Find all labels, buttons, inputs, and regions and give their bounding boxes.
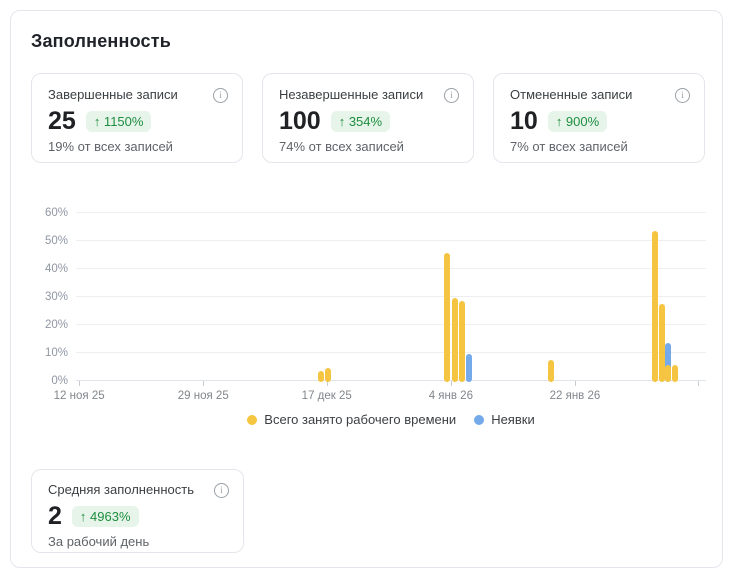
legend-label: Всего занято рабочего времени (264, 412, 456, 427)
gridline (76, 212, 706, 213)
legend-label: Неявки (491, 412, 535, 427)
stat-card-label: Отмененные записи (510, 87, 632, 102)
delta-badge: ↑ 1150% (86, 111, 152, 132)
x-axis-label: 22 янв 26 (550, 390, 601, 402)
y-axis-label: 40% (28, 262, 68, 276)
stat-card-label: Средняя заполненность (48, 482, 194, 497)
stat-card-value: 25 (48, 108, 76, 135)
occupancy-chart: 0%10%20%30%40%50%60%12 ноя 2529 ноя 2517… (31, 213, 706, 443)
bar-occupied[interactable] (452, 298, 458, 382)
y-axis-label: 10% (28, 346, 68, 360)
y-axis-label: 20% (28, 318, 68, 332)
bar-occupied[interactable] (659, 304, 665, 382)
chart-plot: 0%10%20%30%40%50%60%12 ноя 2529 ноя 2517… (76, 213, 706, 381)
gridline (76, 380, 706, 381)
stat-card-incomplete: Незавершенные записи i 100 ↑ 354% 74% от… (262, 73, 474, 163)
legend-item-occupied[interactable]: Всего занято рабочего времени (247, 412, 456, 427)
axis-tick (575, 381, 576, 386)
gridline (76, 240, 706, 241)
chart-legend: Всего занято рабочего времени Неявки (76, 412, 706, 427)
y-axis-label: 0% (28, 374, 68, 388)
bar-occupied[interactable] (325, 368, 331, 382)
bar-occupied[interactable] (318, 371, 324, 382)
gridline (76, 296, 706, 297)
info-icon[interactable]: i (675, 88, 690, 103)
stat-card-subtitle: 7% от всех записей (510, 139, 690, 154)
axis-tick (698, 381, 699, 386)
x-axis-label: 4 янв 26 (429, 390, 473, 402)
stat-card-subtitle: 74% от всех записей (279, 139, 459, 154)
gridline (76, 352, 706, 353)
stat-card-cancelled: Отмененные записи i 10 ↑ 900% 7% от всех… (493, 73, 705, 163)
delta-badge: ↑ 900% (548, 111, 607, 132)
page-title: Заполненность (31, 31, 171, 52)
summary-card-average-occupancy: Средняя заполненность i 2 ↑ 4963% За раб… (31, 469, 244, 553)
gridline (76, 268, 706, 269)
delta-badge: ↑ 4963% (72, 506, 139, 527)
occupancy-panel: Заполненность Завершенные записи i 25 ↑ … (10, 10, 723, 568)
legend-dot (474, 415, 484, 425)
stat-card-subtitle: За рабочий день (48, 534, 229, 549)
stat-card-label: Завершенные записи (48, 87, 178, 102)
bar-occupied[interactable] (444, 253, 450, 382)
gridline (76, 324, 706, 325)
bar-occupied[interactable] (652, 231, 658, 382)
x-axis-label: 17 дек 25 (302, 390, 352, 402)
stat-card-value: 100 (279, 108, 321, 135)
info-icon[interactable]: i (444, 88, 459, 103)
axis-tick (203, 381, 204, 386)
stat-card-completed: Завершенные записи i 25 ↑ 1150% 19% от в… (31, 73, 243, 163)
legend-dot (247, 415, 257, 425)
info-icon[interactable]: i (213, 88, 228, 103)
axis-tick (79, 381, 80, 386)
bar-occupied[interactable] (665, 365, 671, 382)
x-axis-label: 29 ноя 25 (178, 390, 229, 402)
legend-item-no-show[interactable]: Неявки (474, 412, 535, 427)
bar-occupied[interactable] (672, 365, 678, 382)
stat-card-subtitle: 19% от всех записей (48, 139, 228, 154)
bar-occupied[interactable] (548, 360, 554, 382)
bar-occupied[interactable] (459, 301, 465, 382)
stat-card-label: Незавершенные записи (279, 87, 423, 102)
y-axis-label: 60% (28, 206, 68, 220)
y-axis-label: 50% (28, 234, 68, 248)
x-axis-label: 12 ноя 25 (54, 390, 105, 402)
axis-tick (451, 381, 452, 386)
info-icon[interactable]: i (214, 483, 229, 498)
bar-no-show[interactable] (466, 354, 472, 382)
stat-card-value: 10 (510, 108, 538, 135)
stat-card-value: 2 (48, 503, 62, 530)
delta-badge: ↑ 354% (331, 111, 390, 132)
stat-cards-row: Завершенные записи i 25 ↑ 1150% 19% от в… (31, 73, 705, 163)
y-axis-label: 30% (28, 290, 68, 304)
